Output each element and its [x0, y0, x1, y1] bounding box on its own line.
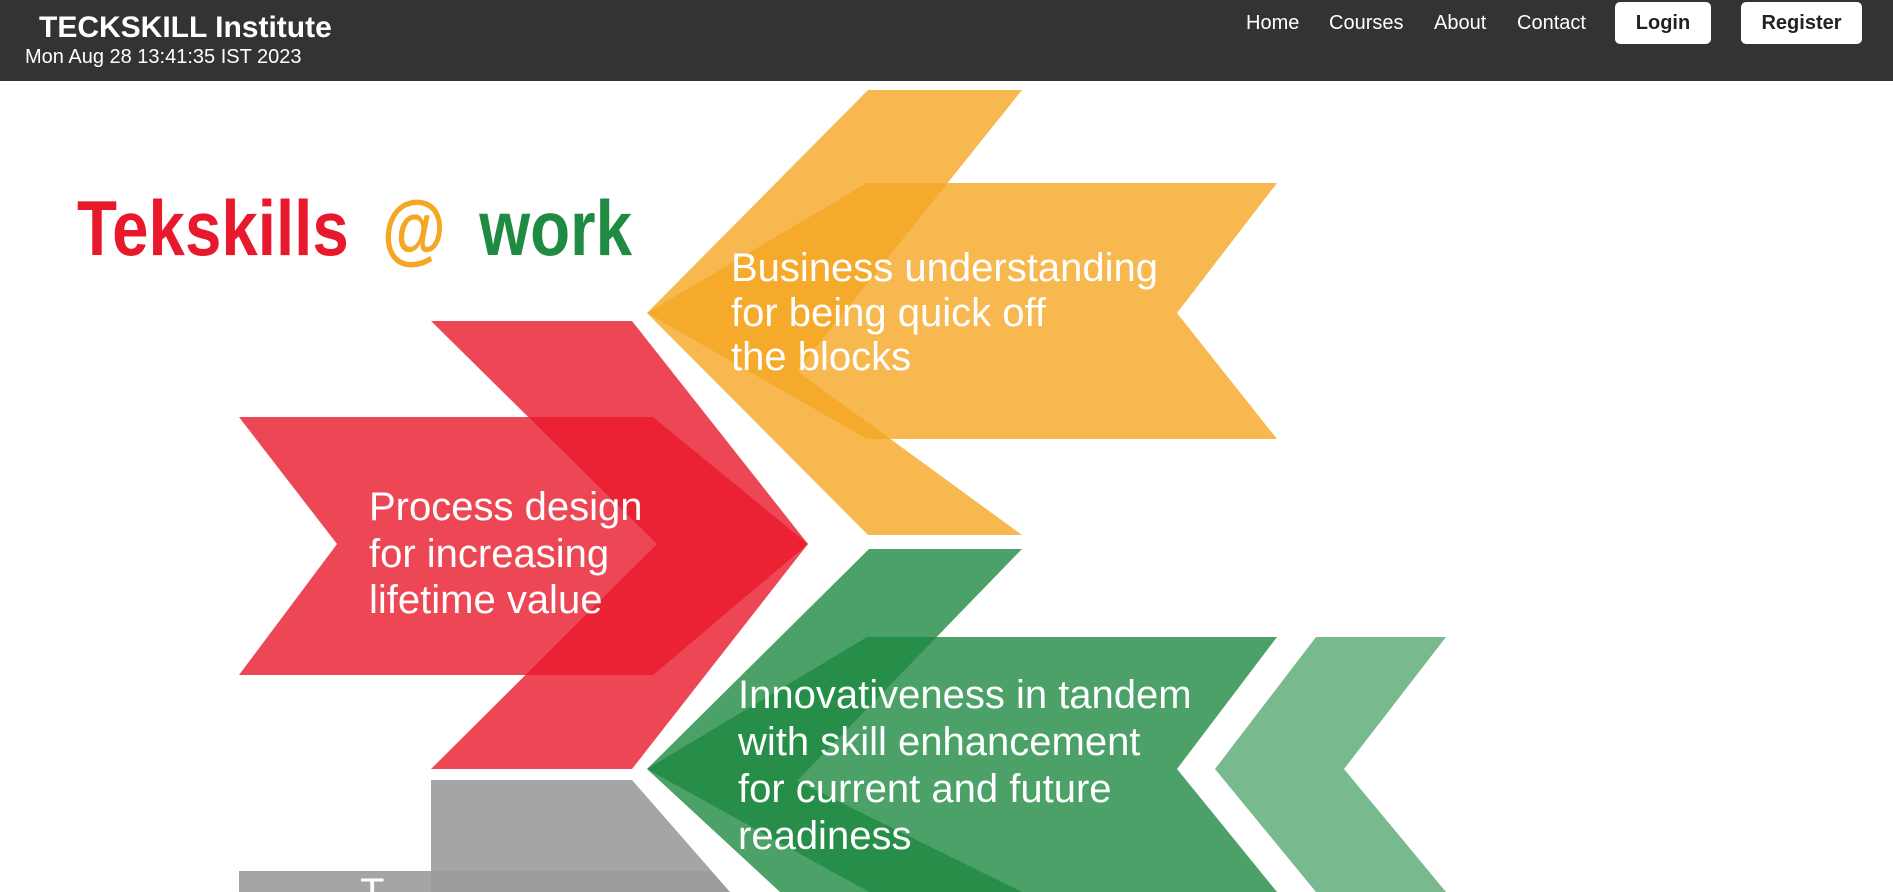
- nav-contact-link[interactable]: Contact: [1517, 11, 1586, 35]
- tekskills-arrows-graphic: Tekskills @ work Business understanding …: [77, 90, 1446, 892]
- gray-arrow-text: T: [360, 871, 384, 892]
- green-chevron-small: [1215, 637, 1446, 892]
- nav-courses-link[interactable]: Courses: [1329, 11, 1403, 35]
- gray-arrow-body: [239, 871, 730, 892]
- login-button[interactable]: Login: [1615, 2, 1711, 44]
- register-button[interactable]: Register: [1741, 2, 1862, 44]
- logo-part-tekskills: Tekskills: [77, 184, 349, 272]
- logo-text: Tekskills @ work: [77, 184, 633, 272]
- current-datetime: Mon Aug 28 13:41:35 IST 2023: [25, 46, 302, 68]
- nav-about-link[interactable]: About: [1434, 11, 1486, 35]
- logo-part-at: @: [382, 184, 446, 272]
- arrow-gray-partial: T: [239, 780, 730, 892]
- arrow-innovativeness: Innovativeness in tandem with skill enha…: [647, 549, 1446, 892]
- top-navbar: TECKSKILL Institute Mon Aug 28 13:41:35 …: [0, 0, 1893, 81]
- nav-home-link[interactable]: Home: [1246, 11, 1299, 35]
- site-title[interactable]: TECKSKILL Institute: [39, 10, 332, 46]
- hero-banner: Tekskills @ work Business understanding …: [0, 81, 1893, 892]
- logo-part-work: work: [478, 184, 632, 272]
